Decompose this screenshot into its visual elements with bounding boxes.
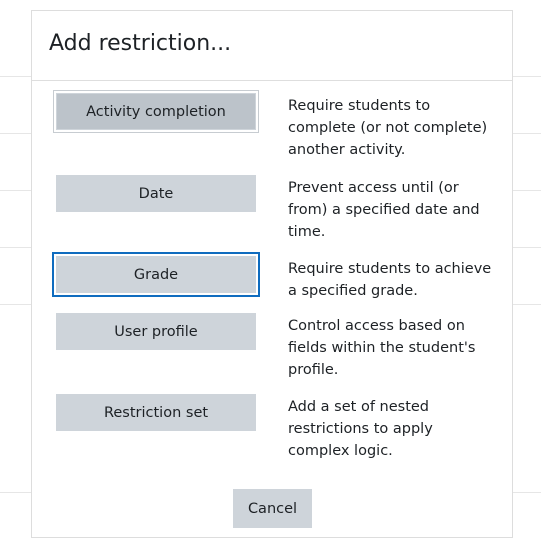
dialog-header: Add restriction... — [32, 11, 512, 81]
date-button[interactable]: Date — [56, 175, 256, 212]
date-description: Prevent access until (or from) a specifi… — [288, 180, 480, 240]
dialog-title: Add restriction... — [49, 31, 232, 56]
user-profile-button[interactable]: User profile — [56, 313, 256, 350]
cancel-button[interactable]: Cancel — [233, 489, 312, 528]
grade-button[interactable]: Grade — [56, 256, 256, 293]
add-restriction-dialog: Add restriction... Activity completion R… — [31, 10, 513, 538]
grade-description: Require students to achieve a specified … — [288, 261, 492, 299]
activity-completion-description: Require students to complete (or not com… — [288, 98, 488, 158]
restriction-set-description: Add a set of nested restrictions to appl… — [288, 399, 433, 459]
restriction-set-button[interactable]: Restriction set — [56, 394, 256, 431]
user-profile-description: Control access based on fields within th… — [288, 318, 476, 378]
activity-completion-button[interactable]: Activity completion — [56, 93, 256, 130]
